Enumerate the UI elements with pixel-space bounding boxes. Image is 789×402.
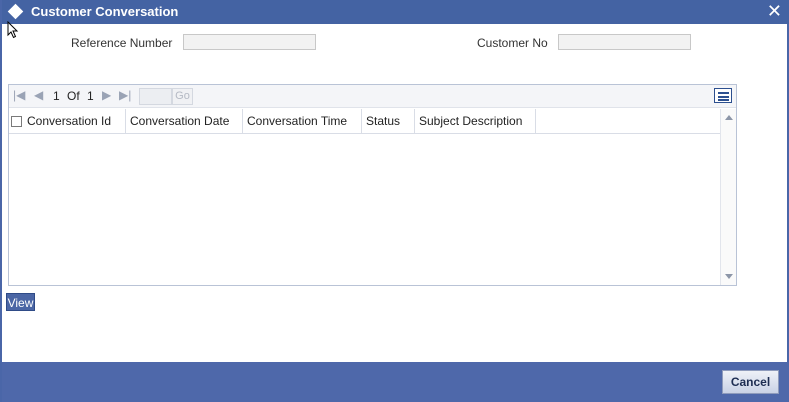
- prev-page-icon[interactable]: ◀: [34, 88, 43, 102]
- mouse-cursor-icon: [7, 21, 19, 39]
- table-header: Conversation Id Conversation Date Conver…: [9, 109, 720, 134]
- column-label: Subject Description: [419, 114, 523, 128]
- columns-icon[interactable]: [714, 88, 732, 103]
- column-label: Status: [366, 114, 401, 128]
- column-header-conversation-time[interactable]: Conversation Time: [243, 109, 362, 134]
- view-button[interactable]: View: [6, 293, 35, 311]
- column-header-conversation-date[interactable]: Conversation Date: [126, 109, 243, 134]
- conversation-grid: |◀ ◀ 1 Of 1 ▶ ▶| Go Conversation Id Conv…: [8, 84, 737, 286]
- diamond-icon: [7, 3, 24, 20]
- grid-pager: |◀ ◀ 1 Of 1 ▶ ▶| Go: [9, 85, 736, 108]
- window-title: Customer Conversation: [31, 4, 179, 19]
- column-header-conversation-id[interactable]: Conversation Id: [9, 109, 126, 134]
- close-icon[interactable]: ✕: [767, 1, 782, 21]
- current-page: 1: [53, 89, 60, 103]
- vertical-scrollbar[interactable]: [720, 109, 736, 285]
- scroll-up-icon[interactable]: [725, 115, 733, 120]
- next-page-icon[interactable]: ▶: [102, 88, 111, 102]
- customer-no-label: Customer No: [477, 36, 548, 50]
- customer-conversation-window: Customer Conversation ✕ Reference Number…: [0, 0, 789, 402]
- select-all-checkbox[interactable]: [11, 116, 22, 127]
- last-page-icon[interactable]: ▶|: [119, 88, 131, 102]
- customer-no-field[interactable]: [558, 34, 691, 50]
- go-button[interactable]: Go: [172, 88, 193, 105]
- cancel-button[interactable]: Cancel: [722, 370, 779, 394]
- page-info: 1 Of 1: [53, 89, 98, 103]
- scroll-down-icon[interactable]: [725, 274, 733, 279]
- page-number-input[interactable]: [139, 88, 172, 105]
- of-label: Of: [67, 89, 80, 103]
- column-header-status[interactable]: Status: [362, 109, 415, 134]
- column-label: Conversation Id: [27, 114, 112, 128]
- first-page-icon[interactable]: |◀: [13, 88, 25, 102]
- column-label: Conversation Date: [130, 114, 230, 128]
- column-header-subject-description[interactable]: Subject Description: [415, 109, 536, 134]
- column-label: Conversation Time: [247, 114, 348, 128]
- footer-bar: Cancel: [2, 362, 789, 402]
- title-bar: Customer Conversation ✕: [2, 0, 789, 24]
- total-pages: 1: [87, 89, 94, 103]
- reference-number-label: Reference Number: [71, 36, 173, 50]
- reference-number-field[interactable]: [183, 34, 316, 50]
